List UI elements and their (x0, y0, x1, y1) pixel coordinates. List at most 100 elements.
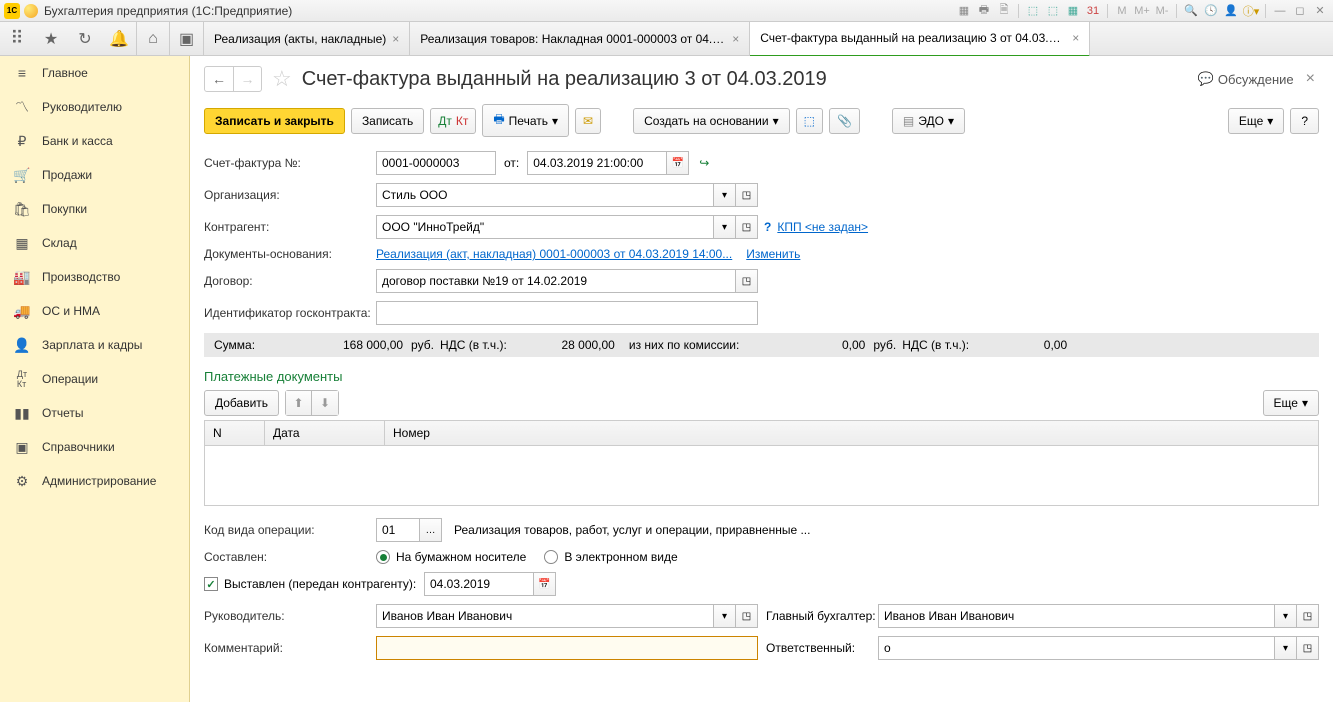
postings-icon[interactable]: ДтКт (430, 108, 476, 134)
sidebar-item-assets[interactable]: 🚚ОС и НМА (0, 294, 189, 328)
comment-input[interactable] (376, 636, 758, 660)
contract-input[interactable] (376, 269, 736, 293)
open-icon[interactable]: ◳ (1297, 604, 1319, 628)
radio-paper[interactable]: На бумажном носителе (376, 550, 526, 564)
mplus-btn[interactable]: M+ (1133, 2, 1151, 20)
sidebar-item-catalogs[interactable]: ▣Справочники (0, 430, 189, 464)
open-icon[interactable]: ◳ (736, 269, 758, 293)
window-close-icon[interactable]: ✕ (1311, 2, 1329, 20)
tab-realizations-list[interactable]: Реализация (акты, накладные) × (204, 22, 410, 56)
sidebar-item-bank[interactable]: ₽Банк и касса (0, 124, 189, 158)
more-button[interactable]: Еще▾ (1228, 108, 1284, 134)
sidebar-item-reports[interactable]: ▮▮Отчеты (0, 396, 189, 430)
email-icon[interactable]: ✉ (575, 108, 601, 134)
chevron-down-icon[interactable]: ▾ (1275, 636, 1297, 660)
issued-date-input[interactable] (424, 572, 534, 596)
save-button[interactable]: Записать (351, 108, 424, 134)
select-icon[interactable]: … (420, 518, 442, 542)
clock-icon[interactable]: 🕓 (1202, 2, 1220, 20)
chevron-down-icon[interactable]: ▾ (714, 604, 736, 628)
export-icon[interactable]: ⬚ (1044, 2, 1062, 20)
sidebar-item-purchases[interactable]: 🛍Покупки (0, 192, 189, 226)
accountant-input[interactable] (878, 604, 1275, 628)
close-icon[interactable]: × (392, 32, 399, 46)
chevron-down-icon[interactable]: ▾ (714, 215, 736, 239)
close-icon[interactable]: × (732, 32, 739, 46)
sidebar-item-sales[interactable]: 🛒Продажи (0, 158, 189, 192)
move-up-icon[interactable]: ⬆ (286, 391, 312, 415)
radio-electronic[interactable]: В электронном виде (544, 550, 677, 564)
sidebar-item-main[interactable]: ≡Главное (0, 56, 189, 90)
m-btn[interactable]: M (1113, 2, 1131, 20)
save-close-button[interactable]: Записать и закрыть (204, 108, 345, 134)
open-icon[interactable]: ◳ (1297, 636, 1319, 660)
open-icon[interactable]: ◳ (736, 604, 758, 628)
help-icon[interactable]: ? (764, 220, 771, 234)
preview-icon[interactable]: ▦ (955, 2, 973, 20)
more-button-payments[interactable]: Еще▾ (1263, 390, 1319, 416)
sidebar-item-manufacture[interactable]: 🏭Производство (0, 260, 189, 294)
payments-table-body[interactable] (204, 446, 1319, 506)
opcode-input[interactable] (376, 518, 420, 542)
calendar-icon[interactable]: 31 (1084, 2, 1102, 20)
calc-icon[interactable]: ▦ (1064, 2, 1082, 20)
open-icon[interactable]: ◳ (736, 183, 758, 207)
goscontract-input[interactable] (376, 301, 758, 325)
back-button[interactable]: ← (205, 67, 233, 91)
sidebar-item-operations[interactable]: ДтКтОперации (0, 362, 189, 396)
sidebar-item-admin[interactable]: ⚙Администрирование (0, 464, 189, 498)
chevron-down-icon: ▾ (1267, 114, 1273, 128)
forward-button[interactable]: → (233, 67, 261, 91)
chevron-down-icon[interactable]: ▾ (714, 183, 736, 207)
tasks-icon[interactable]: ▣ (170, 22, 204, 56)
help-button[interactable]: ? (1290, 108, 1319, 134)
info-icon[interactable]: ⓘ▾ (1242, 2, 1260, 20)
structure-icon[interactable]: ⬚ (796, 108, 823, 134)
issued-checkbox[interactable]: Выставлен (передан контрагенту): (204, 577, 424, 591)
add-button[interactable]: Добавить (204, 390, 279, 416)
sidebar-item-warehouse[interactable]: ▦Склад (0, 226, 189, 260)
print-button[interactable]: 🖶Печать▾ (482, 104, 569, 137)
home-icon[interactable]: ⌂ (136, 22, 170, 56)
attach-icon[interactable]: 📎 (829, 108, 860, 134)
discuss-link[interactable]: 💬Обсуждение (1198, 71, 1294, 87)
maximize-icon[interactable]: ◻ (1291, 2, 1309, 20)
bell-icon[interactable]: 🔔 (102, 22, 136, 56)
edo-button[interactable]: ▤ЭДО▾ (892, 108, 965, 134)
compare-icon[interactable]: ⬚ (1024, 2, 1042, 20)
minimize-icon[interactable]: — (1271, 2, 1289, 20)
star-icon[interactable]: ☆ (272, 66, 292, 92)
user-icon[interactable]: 👤 (1222, 2, 1240, 20)
history-icon[interactable]: ↻ (68, 22, 102, 56)
responsible-input[interactable] (878, 636, 1275, 660)
app-dropdown-icon[interactable] (24, 4, 38, 18)
zoom-icon[interactable]: 🔍 (1182, 2, 1200, 20)
tab-realization-doc[interactable]: Реализация товаров: Накладная 0001-00000… (410, 22, 750, 56)
create-based-button[interactable]: Создать на основании▾ (633, 108, 790, 134)
page-close-icon[interactable]: × (1302, 70, 1319, 88)
mminus-btn[interactable]: M- (1153, 2, 1171, 20)
calendar-icon[interactable]: 📅 (667, 151, 689, 175)
contragent-input[interactable] (376, 215, 714, 239)
kpp-link[interactable]: КПП <не задан> (777, 220, 868, 234)
move-down-icon[interactable]: ⬇ (312, 391, 338, 415)
print-icon[interactable]: 🖶 (975, 2, 993, 20)
basis-change-link[interactable]: Изменить (746, 247, 800, 261)
org-input[interactable] (376, 183, 714, 207)
close-icon[interactable]: × (1072, 31, 1079, 45)
number-input[interactable] (376, 151, 496, 175)
vat2-label: НДС (в т.ч.): (902, 338, 969, 352)
date-input[interactable] (527, 151, 667, 175)
post-icon[interactable]: ↪ (699, 156, 709, 170)
sidebar-item-manager[interactable]: 〽Руководителю (0, 90, 189, 124)
basis-link[interactable]: Реализация (акт, накладная) 0001-000003 … (376, 247, 732, 261)
chevron-down-icon[interactable]: ▾ (1275, 604, 1297, 628)
head-input[interactable] (376, 604, 714, 628)
calendar-icon[interactable]: 📅 (534, 572, 556, 596)
doc-icon[interactable]: 🗎 (995, 2, 1013, 20)
sidebar-item-payroll[interactable]: 👤Зарплата и кадры (0, 328, 189, 362)
open-icon[interactable]: ◳ (736, 215, 758, 239)
tab-invoice[interactable]: Счет-фактура выданный на реализацию 3 от… (750, 22, 1090, 57)
apps-icon[interactable]: ⠿ (0, 22, 34, 56)
favorite-icon[interactable]: ★ (34, 22, 68, 56)
